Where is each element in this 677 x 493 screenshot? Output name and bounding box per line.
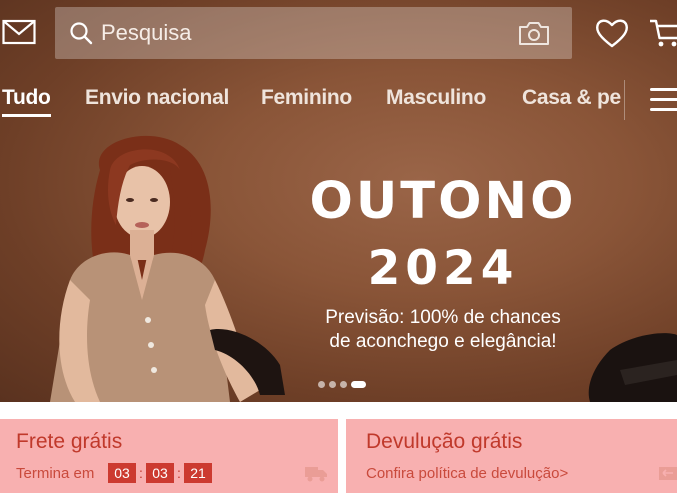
tab-feminino[interactable]: Feminino [261, 86, 352, 110]
tab-envio-nacional[interactable]: Envio nacional [85, 86, 229, 110]
free-return-title: Devulução grátis [366, 430, 523, 453]
heart-icon[interactable] [595, 17, 629, 49]
mail-icon[interactable] [2, 17, 36, 47]
carousel-dots [318, 380, 366, 388]
free-shipping-title: Frete grátis [16, 430, 123, 453]
search-icon [70, 22, 93, 45]
tab-casa-pet[interactable]: Casa & pe [522, 86, 621, 110]
timer-label: Termina em [16, 465, 95, 482]
carousel-dot[interactable] [318, 380, 325, 388]
tab-masculino[interactable]: Masculino [386, 86, 486, 110]
tab-tudo[interactable]: Tudo [2, 86, 51, 117]
search-box[interactable]: Pesquisa [55, 7, 572, 59]
cart-icon[interactable] [648, 16, 677, 50]
countdown-timer: 03 : 03 : 21 [108, 463, 212, 483]
banner-title: OUTONO [309, 172, 577, 231]
tab-divider [624, 80, 625, 120]
chair-image [588, 333, 677, 402]
return-icon [659, 467, 677, 480]
banner-year: 2024 [367, 241, 519, 296]
hero-banner[interactable]: Pesquisa Tudo Envio nacional Feminino Ma… [0, 0, 677, 402]
timer-minutes: 03 [146, 463, 174, 483]
return-policy-link[interactable]: Confira política de devulução> [366, 465, 568, 482]
banner-subtitle-line2: de aconchego e elegância! [329, 331, 557, 352]
free-return-card[interactable]: Devulução grátis Confira política de dev… [346, 419, 677, 493]
banner-subtitle-line1: Previsão: 100% de chances [325, 307, 561, 328]
timer-seconds: 21 [184, 463, 212, 483]
camera-icon[interactable] [518, 20, 550, 46]
carousel-dot[interactable] [340, 380, 347, 388]
banner-subtitle: Previsão: 100% de chances de aconchego e… [300, 306, 586, 354]
carousel-dot[interactable] [329, 380, 336, 388]
search-input[interactable]: Pesquisa [101, 20, 192, 46]
timer-separator: : [139, 465, 143, 481]
free-shipping-card[interactable]: Frete grátis Termina em 03 : 03 : 21 [0, 419, 338, 493]
promo-cards: Frete grátis Termina em 03 : 03 : 21 Dev… [0, 402, 677, 493]
category-tabs: Tudo Envio nacional Feminino Masculino C… [0, 86, 625, 122]
carousel-dot-active[interactable] [351, 380, 366, 388]
timer-separator: : [177, 465, 181, 481]
timer-hours: 03 [108, 463, 136, 483]
truck-icon [305, 467, 327, 482]
menu-icon[interactable] [647, 84, 677, 114]
